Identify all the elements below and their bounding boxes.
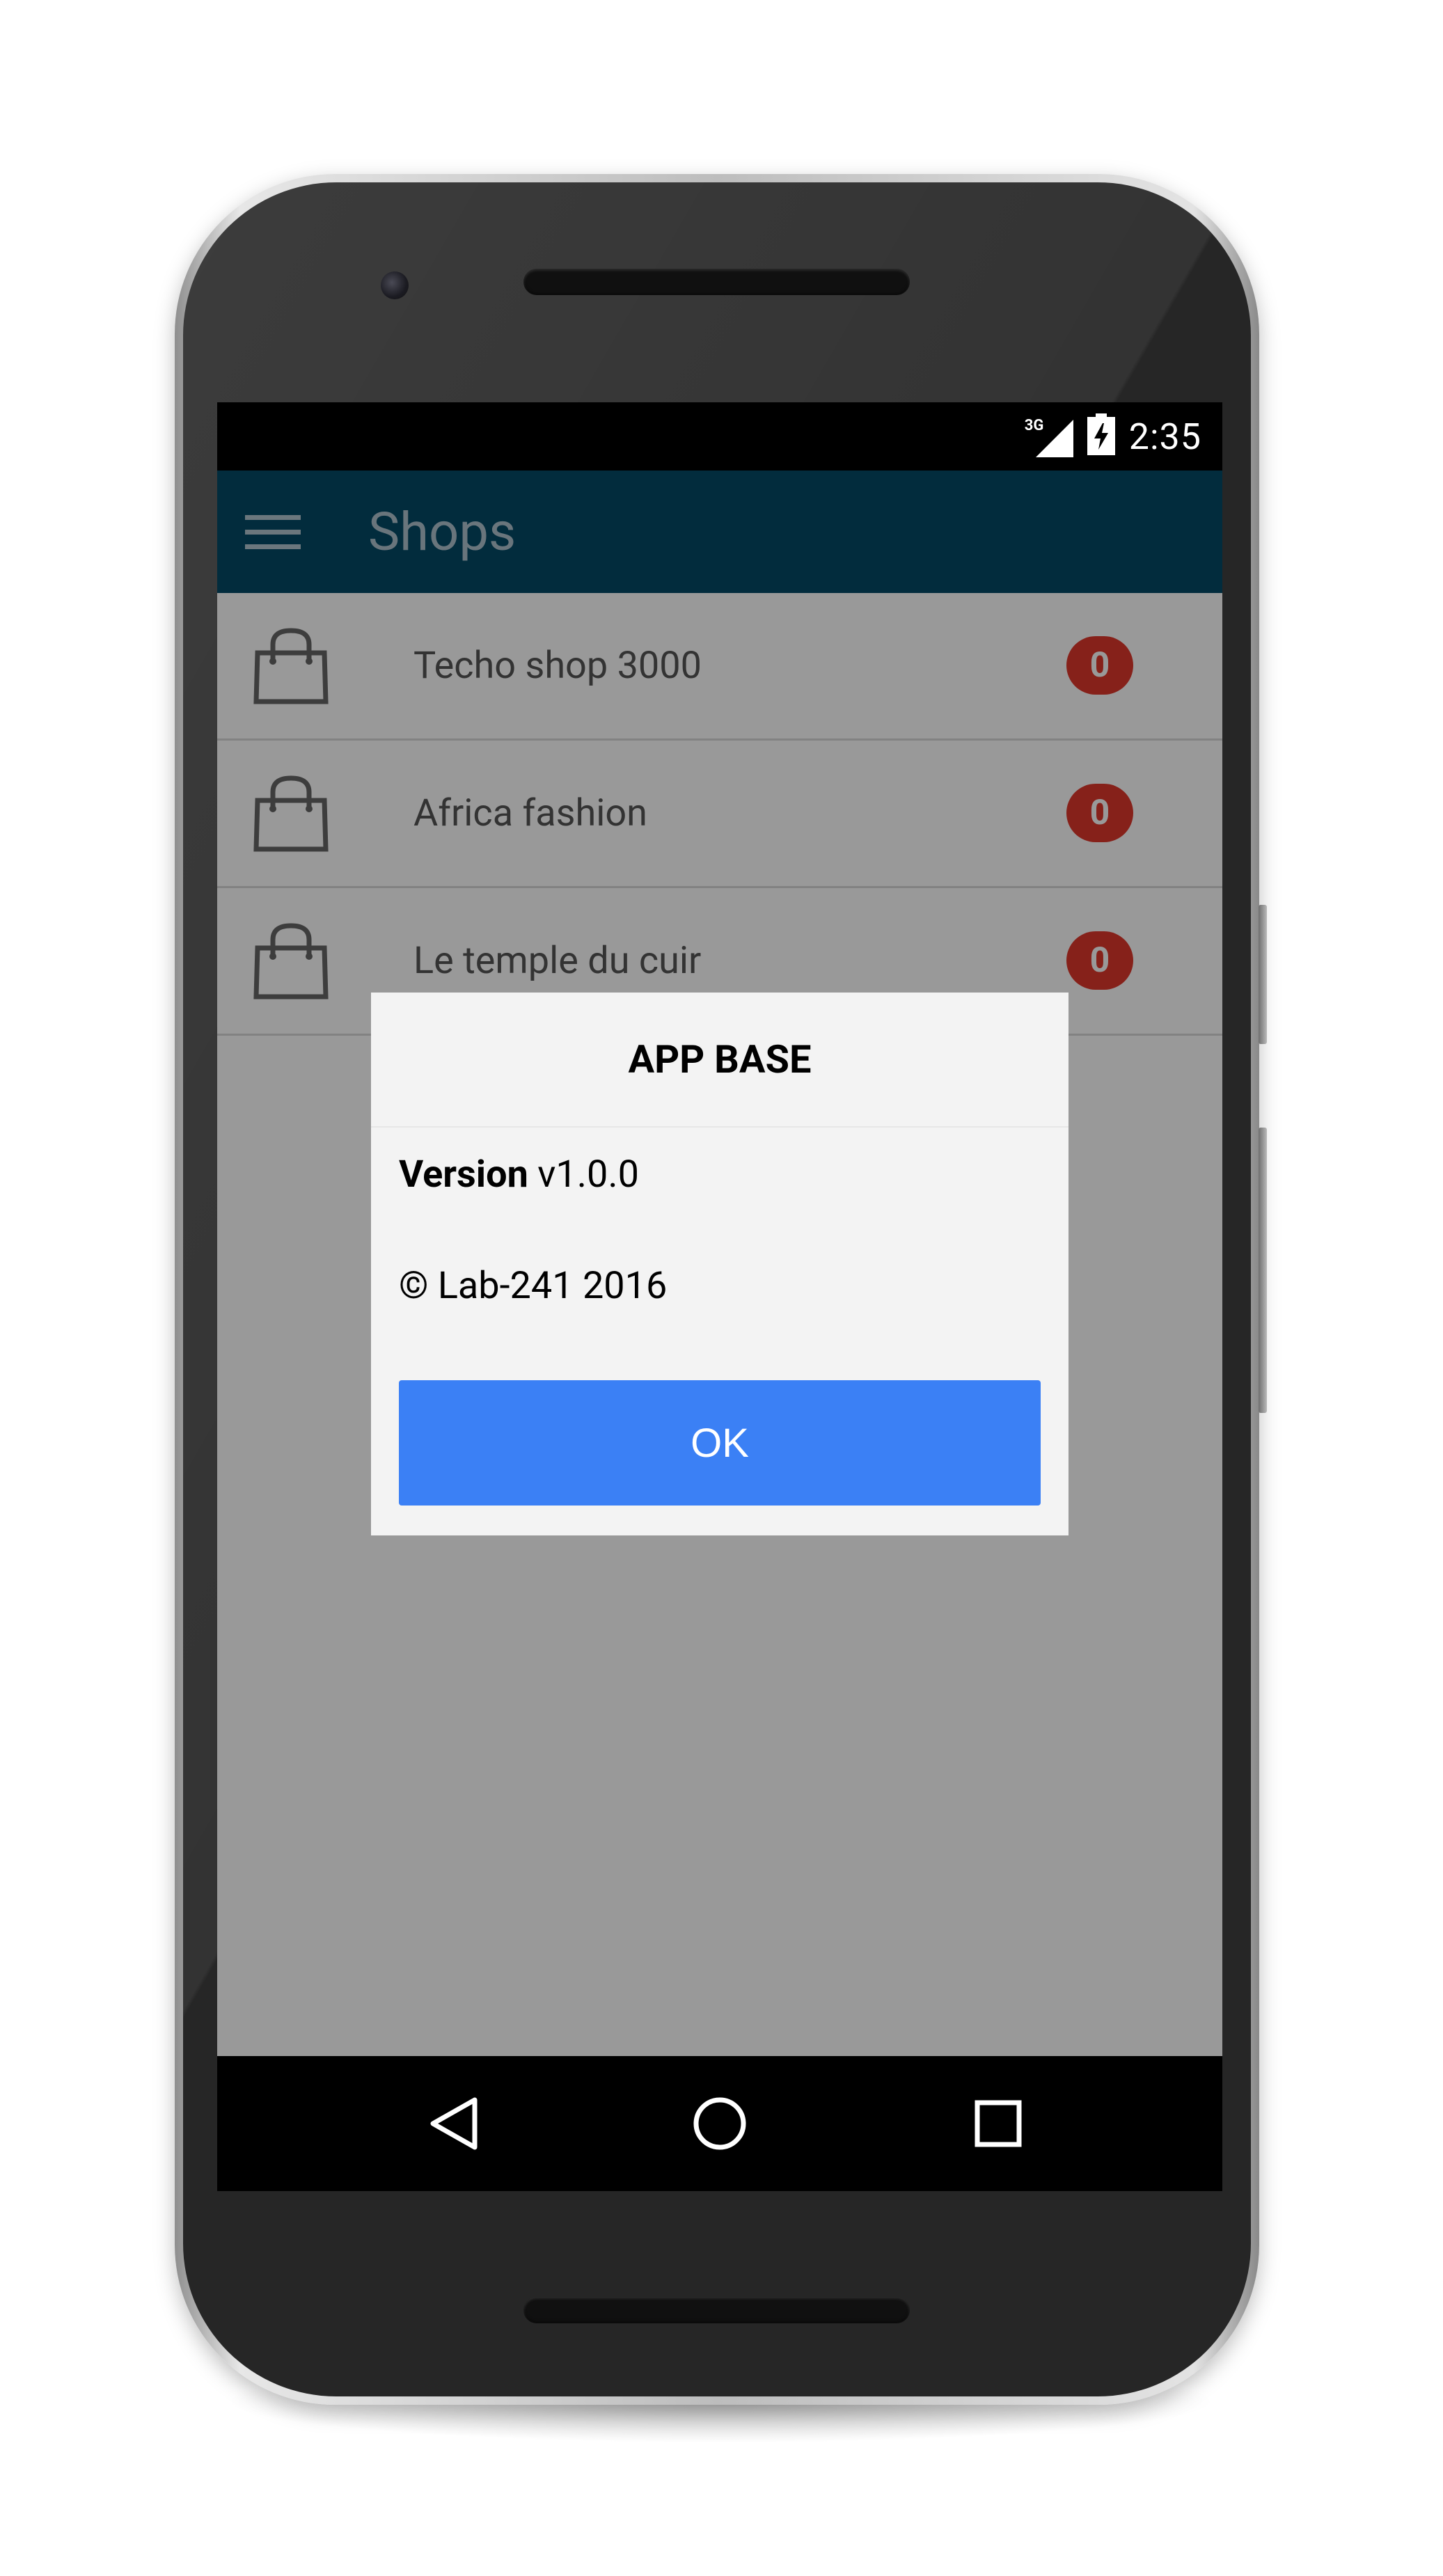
dialog-title: APP BASE	[628, 1036, 812, 1082]
back-triangle-icon[interactable]	[419, 2089, 489, 2158]
top-speaker	[523, 269, 910, 295]
version-line: Version v1.0.0	[399, 1153, 639, 1196]
home-circle-icon[interactable]	[685, 2089, 755, 2158]
about-dialog: APP BASE Version v1.0.0 © Lab-241 2016 O…	[371, 993, 1069, 1535]
version-label: Version	[399, 1153, 528, 1196]
dialog-header: APP BASE	[371, 993, 1069, 1128]
copyright-text: © Lab-241 2016	[399, 1264, 668, 1308]
front-camera	[381, 271, 409, 299]
signal-icon: 3G	[1025, 416, 1073, 457]
power-button	[1259, 1128, 1267, 1413]
volume-button	[1259, 905, 1267, 1044]
version-value: v1.0.0	[537, 1153, 639, 1196]
bottom-speaker	[523, 2297, 910, 2323]
status-bar: 3G 2:35	[217, 402, 1222, 471]
battery-charging-icon	[1086, 413, 1117, 459]
recents-square-icon[interactable]	[963, 2089, 1033, 2158]
ok-button[interactable]: OK	[399, 1380, 1041, 1506]
navigation-bar	[217, 2056, 1222, 2191]
clock: 2:35	[1128, 415, 1201, 458]
phone-screen: 3G 2:35 Shops Techo shop 3000 0 Africa f…	[217, 402, 1222, 2191]
